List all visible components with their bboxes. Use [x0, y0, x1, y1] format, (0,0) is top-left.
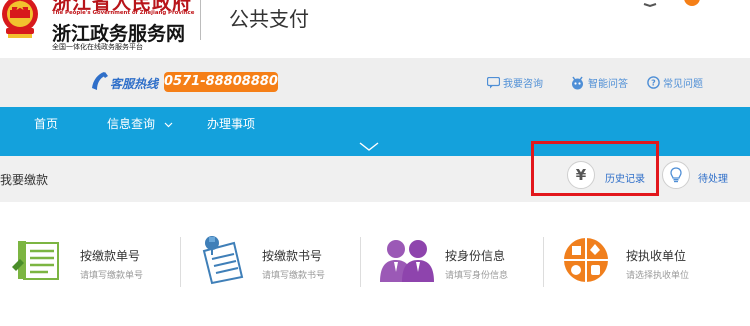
card-divider [543, 237, 544, 287]
faq-link-label: 常见问题 [663, 79, 703, 90]
card-divider [180, 237, 181, 287]
people-icon [380, 240, 434, 282]
hotline-label: 客服热线 [110, 77, 159, 91]
phone-icon [92, 72, 108, 90]
payment-options [0, 202, 750, 326]
chat-icon [487, 76, 500, 88]
hotline-number: 0571-88808880 [164, 72, 278, 92]
nav-home[interactable]: 首页 [34, 115, 58, 132]
yuan-icon: ¥ [567, 161, 595, 189]
gov-title-english: The People's Government of Zhejiang Prov… [52, 10, 195, 16]
form-list-icon [12, 241, 59, 280]
user-icon[interactable] [642, 0, 702, 8]
national-emblem-icon [2, 0, 38, 38]
organization-icon [564, 238, 608, 282]
smart-qa-link[interactable]: 智能问答 [570, 75, 628, 90]
site-tagline: 全国一体化在线政务服务平台 [52, 43, 143, 51]
expand-chevron-icon[interactable] [358, 141, 380, 153]
page-title: 公共支付 [229, 7, 309, 31]
card-divider [360, 237, 361, 287]
consult-link[interactable]: 我要咨询 [487, 75, 543, 90]
section-title: 我要缴款 [0, 173, 49, 187]
site-header: 浙江省人民政府 The People's Government of Zheji… [0, 0, 750, 58]
robot-icon [572, 76, 583, 89]
pinned-document-icon [202, 236, 244, 285]
chevron-down-icon [164, 122, 173, 127]
pending-label: 待处理 [698, 174, 728, 185]
smart-qa-link-label: 智能问答 [588, 79, 628, 90]
header-divider [200, 0, 201, 40]
option-hint: 请选择执收单位 [626, 271, 690, 281]
option-hint: 请填写缴款书号 [262, 271, 326, 281]
option-hint: 请填写身份信息 [445, 271, 509, 281]
nav-handle-matters[interactable]: 办理事项 [207, 115, 255, 132]
nav-info-query-label: 信息查询 [107, 117, 156, 131]
lightbulb-icon [662, 161, 690, 189]
question-icon: ? [647, 76, 660, 89]
history-label: 历史记录 [605, 174, 645, 185]
option-title: 按缴款单号 [80, 249, 141, 263]
option-hint: 请填写缴款单号 [80, 271, 144, 281]
faq-link[interactable]: ? 常见问题 [647, 75, 703, 90]
option-title: 按缴款书号 [262, 249, 323, 263]
option-title: 按执收单位 [626, 249, 687, 263]
consult-link-label: 我要咨询 [503, 79, 543, 90]
top-right-icons[interactable] [642, 0, 702, 12]
svg-text:?: ? [651, 79, 656, 88]
option-title: 按身份信息 [445, 249, 506, 263]
nav-info-query[interactable]: 信息查询 [107, 115, 173, 132]
